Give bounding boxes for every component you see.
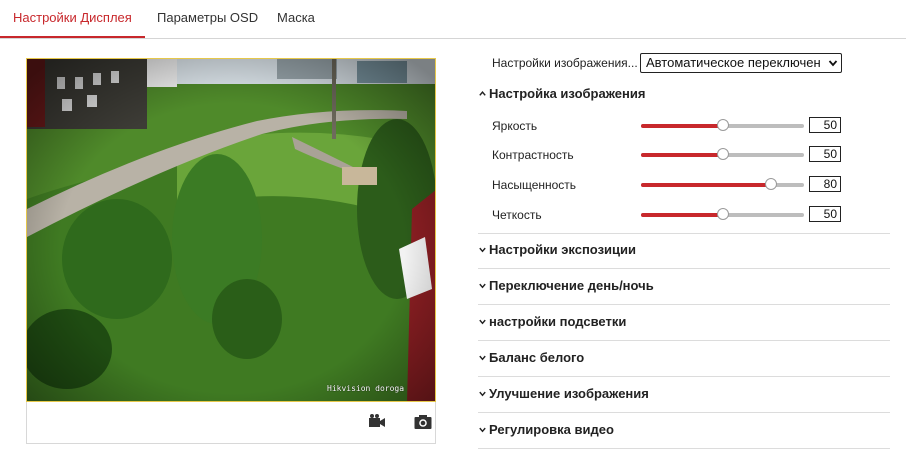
divider — [478, 376, 890, 377]
section-title: Улучшение изображения — [489, 386, 649, 401]
slider-track[interactable] — [641, 148, 804, 160]
slider-thumb[interactable] — [716, 119, 729, 131]
section-title: настройки подсветки — [489, 314, 627, 329]
slider-fill — [641, 124, 723, 128]
divider — [478, 340, 890, 341]
section-image-adjust[interactable]: Настройка изображения — [478, 86, 645, 101]
divider — [478, 448, 890, 449]
osd-overlay-text: Hikvision doroga — [327, 384, 405, 393]
section-title: Переключение день/ночь — [489, 278, 654, 293]
divider — [478, 304, 890, 305]
section-image-enhancement[interactable]: Улучшение изображения — [478, 386, 649, 401]
slider-brightness: Яркость 50 — [492, 117, 844, 135]
chevron-down-icon — [479, 427, 486, 433]
section-day-night[interactable]: Переключение день/ночь — [478, 278, 654, 293]
tab-bar: Настройки Дисплея Параметры OSD Маска — [0, 0, 906, 39]
chevron-down-icon — [479, 391, 486, 397]
slider-value[interactable]: 80 — [809, 176, 841, 192]
slider-track[interactable] — [641, 178, 804, 190]
section-backlight[interactable]: настройки подсветки — [478, 314, 626, 329]
section-title: Настройка изображения — [489, 86, 646, 101]
chevron-down-icon — [479, 283, 486, 289]
divider — [478, 268, 890, 269]
tab-mask[interactable]: Маска — [265, 0, 327, 37]
slider-label: Яркость — [492, 119, 538, 133]
slider-thumb[interactable] — [765, 178, 778, 190]
chevron-down-icon — [828, 60, 838, 67]
slider-fill — [641, 183, 772, 187]
section-title: Настройки экспозиции — [489, 242, 636, 257]
camera-image — [27, 59, 435, 401]
slider-track[interactable] — [641, 208, 804, 220]
slider-value[interactable]: 50 — [809, 117, 841, 133]
slider-value[interactable]: 50 — [809, 146, 841, 162]
slider-value[interactable]: 50 — [809, 206, 841, 222]
slider-label: Четкость — [492, 208, 542, 222]
section-title: Регулировка видео — [489, 422, 614, 437]
image-settings-selected: Автоматическое переключен — [646, 55, 821, 70]
image-settings-select[interactable]: Автоматическое переключен — [640, 53, 842, 73]
slider-fill — [641, 213, 723, 217]
section-title: Баланс белого — [489, 350, 585, 365]
slider-thumb[interactable] — [716, 148, 729, 160]
image-settings-row: Настройки изображения... Автоматическое … — [492, 52, 842, 74]
divider — [478, 233, 890, 234]
slider-sharpness: Четкость 50 — [492, 206, 844, 224]
slider-label: Контрастность — [492, 148, 574, 162]
slider-contrast: Контрастность 50 — [492, 146, 844, 164]
slider-fill — [641, 153, 723, 157]
slider-saturation: Насыщенность 80 — [492, 176, 844, 194]
camera-icon[interactable] — [413, 412, 433, 432]
chevron-down-icon — [479, 355, 486, 361]
video-record-icon[interactable] — [367, 412, 387, 432]
slider-thumb[interactable] — [716, 208, 729, 220]
chevron-up-icon — [479, 91, 486, 96]
chevron-down-icon — [479, 247, 486, 253]
live-preview[interactable]: Hikvision doroga — [26, 58, 436, 402]
chevron-down-icon — [479, 319, 486, 325]
section-video-adjust[interactable]: Регулировка видео — [478, 422, 614, 437]
tab-display-settings[interactable]: Настройки Дисплея — [0, 0, 145, 38]
divider — [478, 412, 890, 413]
image-settings-label: Настройки изображения... — [492, 56, 638, 70]
tab-osd-parameters[interactable]: Параметры OSD — [145, 0, 270, 37]
section-white-balance[interactable]: Баланс белого — [478, 350, 584, 365]
slider-label: Насыщенность — [492, 178, 577, 192]
preview-toolbar — [26, 402, 436, 444]
section-exposure[interactable]: Настройки экспозиции — [478, 242, 636, 257]
slider-track[interactable] — [641, 119, 804, 131]
